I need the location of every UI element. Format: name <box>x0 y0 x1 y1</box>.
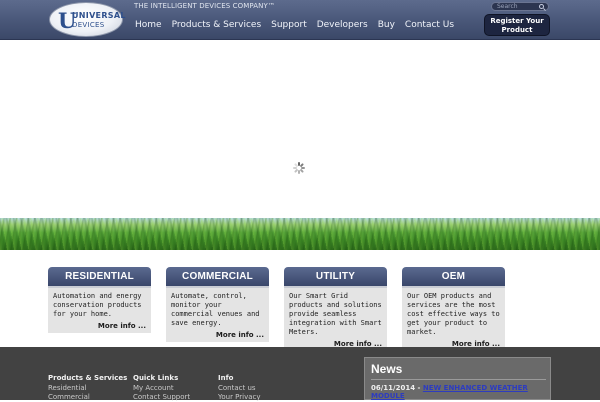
feature-box-text: Our Smart Grid products and solutions pr… <box>289 292 382 336</box>
news-item: 06/11/2014 - NEW ENHANCED WEATHER MODULE <box>371 384 546 400</box>
nav-buy[interactable]: Buy <box>378 20 395 30</box>
register-product-button[interactable]: Register Your Product <box>484 14 550 36</box>
footer-link-residential[interactable]: Residential <box>48 384 127 393</box>
search-input[interactable]: Search <box>491 2 549 11</box>
news-title: News <box>371 362 403 376</box>
universal-devices-logo[interactable]: U UNIVERSAL DEVICES <box>49 2 126 37</box>
loading-spinner-icon <box>293 162 305 174</box>
feature-box-body: Our OEM products and services are the mo… <box>402 286 505 351</box>
footer-column-info: Info Contact us Your Privacy <box>218 374 261 402</box>
site-header: U UNIVERSAL DEVICES THE INTELLIGENT DEVI… <box>0 0 600 40</box>
logo-text-top: UNIVERSAL <box>72 11 126 20</box>
feature-box-body: Automation and energy conservation produ… <box>48 286 151 333</box>
news-divider <box>371 379 546 380</box>
footer-link-contact-support[interactable]: Contact Support <box>133 393 190 402</box>
nav-contact-us[interactable]: Contact Us <box>405 20 454 30</box>
main-nav: Home Products & Services Support Develop… <box>135 20 464 30</box>
feature-box-title[interactable]: UTILITY <box>284 267 387 286</box>
search-placeholder: Search <box>497 3 518 10</box>
grass-banner-image <box>0 218 600 250</box>
feature-box-text: Automation and energy conservation produ… <box>53 292 142 318</box>
hero-slider <box>0 40 600 218</box>
footer-column-heading: Products & Services <box>48 374 128 382</box>
company-tagline: THE INTELLIGENT DEVICES COMPANY™ <box>134 2 275 10</box>
spinner-spoke <box>298 170 300 174</box>
nav-support[interactable]: Support <box>271 20 307 30</box>
more-info-link[interactable]: More info ... <box>171 331 264 339</box>
footer-link-my-account[interactable]: My Account <box>133 384 190 393</box>
footer-column-products: Products & Services Residential Commerci… <box>48 374 127 402</box>
feature-box-oem: OEM Our OEM products and services are th… <box>402 267 505 351</box>
news-date: 06/11/2014 <box>371 384 416 392</box>
footer-column-quick-links: Quick Links My Account Contact Support <box>133 374 190 402</box>
register-label-line1: Register Your <box>490 17 544 25</box>
news-panel: News 06/11/2014 - NEW ENHANCED WEATHER M… <box>364 357 551 400</box>
nav-products-services[interactable]: Products & Services <box>172 20 262 30</box>
news-separator: - <box>415 384 423 392</box>
feature-box-title[interactable]: OEM <box>402 267 505 286</box>
feature-box-body: Our Smart Grid products and solutions pr… <box>284 286 387 351</box>
feature-box-text: Automate, control, monitor your commerci… <box>171 292 260 327</box>
footer-link-contact-us[interactable]: Contact us <box>218 384 261 393</box>
search-icon[interactable] <box>539 4 544 9</box>
more-info-link[interactable]: More info ... <box>53 322 146 330</box>
feature-box-text: Our OEM products and services are the mo… <box>407 292 500 336</box>
footer-column-heading: Quick Links <box>133 374 179 382</box>
spinner-spoke <box>299 168 304 173</box>
register-label-line2: Product <box>501 26 533 34</box>
footer-link-your-privacy[interactable]: Your Privacy <box>218 393 261 402</box>
feature-box-title[interactable]: RESIDENTIAL <box>48 267 151 286</box>
feature-box-title[interactable]: COMMERCIAL <box>166 267 269 286</box>
feature-box-commercial: COMMERCIAL Automate, control, monitor yo… <box>166 267 269 342</box>
logo-text-bottom: DEVICES <box>72 21 105 29</box>
nav-home[interactable]: Home <box>135 20 162 30</box>
footer-column-heading: Info <box>218 374 234 382</box>
feature-box-utility: UTILITY Our Smart Grid products and solu… <box>284 267 387 351</box>
feature-box-residential: RESIDENTIAL Automation and energy conser… <box>48 267 151 333</box>
nav-developers[interactable]: Developers <box>317 20 368 30</box>
footer-link-commercial[interactable]: Commercial <box>48 393 127 402</box>
feature-box-body: Automate, control, monitor your commerci… <box>166 286 269 342</box>
